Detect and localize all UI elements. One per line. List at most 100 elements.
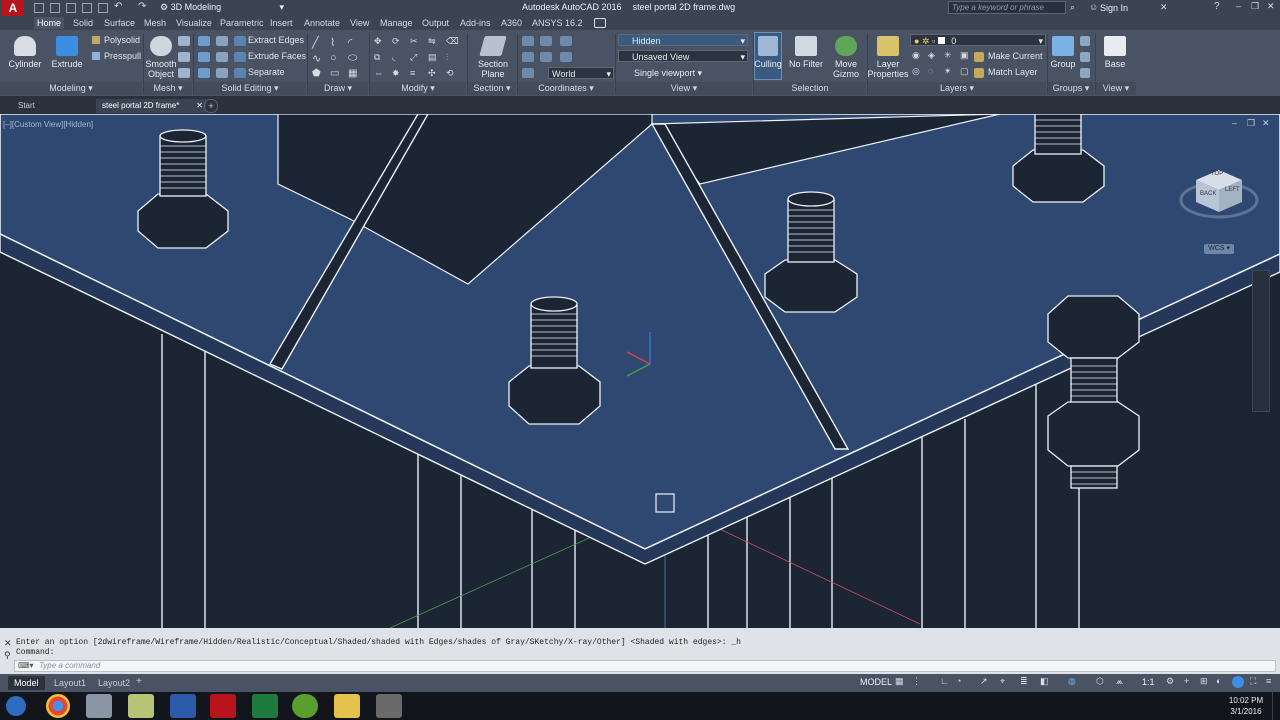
customize-icon[interactable]: ≡ [1266,676,1271,686]
workspace-switch-icon[interactable]: + [1184,676,1189,686]
panel-mesh[interactable]: Mesh ▾ [144,82,192,95]
group-edit-icon[interactable] [1080,52,1090,62]
move-gizmo-button[interactable]: Move Gizmo [826,59,866,79]
isodraft-icon[interactable]: ↗ [980,676,988,687]
tab-layout1[interactable]: Layout1 [48,676,92,690]
polysolid-button[interactable]: Polysolid [104,35,140,45]
section-plane-button[interactable]: Section Plane [472,59,514,79]
ucs-x-icon[interactable] [560,36,572,46]
gear-icon[interactable]: ⚙ [1166,676,1174,687]
help-icon[interactable]: ? [1214,1,1220,12]
save-as-icon[interactable] [82,3,92,13]
start-tab[interactable]: Start [12,99,84,113]
no-filter-button[interactable]: No Filter [786,59,826,69]
mirror-icon[interactable]: ⇋ [428,36,436,47]
panel-selection[interactable]: Selection [754,82,866,95]
saved-view-dropdown[interactable]: Unsaved View ▾ [618,50,748,62]
circle-icon[interactable]: ○ [330,52,337,64]
cylinder-button[interactable]: Cylinder [6,59,44,69]
hatch-icon[interactable]: ▦ [348,68,357,79]
hardware-accel-icon[interactable] [1232,676,1244,688]
slice-icon[interactable] [216,52,228,62]
mesh-tool-icon[interactable] [178,36,190,46]
align-icon[interactable]: ≡ [410,68,415,78]
drawing-tab[interactable]: steel portal 2D frame* ✕ [96,99,206,113]
tab-mesh[interactable]: Mesh [144,17,166,29]
line-icon[interactable]: ╱ [312,36,319,49]
polar-icon[interactable]: ◔ [956,676,961,686]
new-layout-icon[interactable]: + [136,676,142,687]
search-icon[interactable]: ⌕ [1070,2,1075,13]
mesh-tool-icon[interactable] [178,68,190,78]
ucs-dropdown[interactable]: World ▾ [548,67,614,79]
minimize-icon[interactable]: – [1236,1,1241,11]
model-canvas[interactable] [0,114,1280,628]
save-icon[interactable] [66,3,76,13]
close-tab-icon[interactable]: ✕ [196,99,203,113]
command-close-icon[interactable]: ✕ [4,638,12,649]
layer-lock-icon[interactable]: ▣ [960,50,969,61]
grid-icon[interactable]: ▦ [895,676,904,687]
object-snap-icon[interactable]: ⌖ [1000,676,1005,687]
model-space-button[interactable]: MODEL [860,677,892,687]
move-icon[interactable]: ✥ [374,36,382,47]
tab-parametric[interactable]: Parametric [220,17,264,29]
utorrent-icon[interactable] [292,694,318,718]
layer-dropdown[interactable]: ● ✲ ▫ 0 ▾ [910,34,1046,46]
thicken-icon[interactable] [216,68,228,78]
windows-start-icon[interactable] [6,696,26,716]
tab-solid[interactable]: Solid [73,17,93,29]
lineweight-icon[interactable]: ≣ [1020,676,1028,687]
word-icon[interactable] [170,694,196,718]
arc-icon[interactable]: ◜ [348,36,352,49]
viewport-controls-label[interactable]: [–][Custom View][Hidden] [3,120,93,129]
rotate-icon[interactable]: ⟳ [392,36,400,47]
tab-home[interactable]: Home [34,17,65,29]
search-input[interactable]: Type a keyword or phrase [948,1,1066,14]
array-icon[interactable]: ▤ [428,52,437,63]
3d-osnap-icon[interactable]: ⬡ [1096,676,1104,687]
excel-icon[interactable] [252,694,278,718]
tab-insert[interactable]: Insert [270,17,293,29]
layer-unisolate-icon[interactable]: ◎ [912,66,920,77]
annotation-visibility-icon[interactable]: ⩕ [1116,676,1123,687]
autocad-logo-icon[interactable]: A [2,0,24,16]
close-icon[interactable]: ✕ [1267,1,1275,12]
erase-icon[interactable]: ⌫ [446,36,459,47]
tab-annotate[interactable]: Annotate [304,17,340,29]
redo-icon[interactable]: ↷ [138,1,146,12]
file-explorer-icon[interactable] [334,694,360,718]
stretch-icon[interactable]: ⇔ [374,68,383,78]
sign-in-link[interactable]: Sign In [1100,3,1128,13]
selection-cycling-icon[interactable]: ◍ [1068,676,1076,687]
rectangle-icon[interactable]: ▭ [330,68,339,79]
notepad-icon[interactable] [128,694,154,718]
smooth-object-button[interactable]: Smooth Object [142,59,180,79]
ungroup-icon[interactable] [1080,36,1090,46]
group-button[interactable]: Group [1046,59,1080,69]
tab-visualize[interactable]: Visualize [176,17,212,29]
command-input[interactable]: ⌨▾ Type a command [14,660,1276,672]
panel-view[interactable]: View ▾ [616,82,752,95]
region-icon[interactable]: ⬟ [312,68,321,79]
layer-iso-icon[interactable]: ◈ [928,50,935,61]
culling-button[interactable]: Culling [754,32,782,80]
separate-button[interactable]: Separate [248,67,285,77]
layer-unlock-icon[interactable]: ▢ [960,66,969,77]
panel-section[interactable]: Section ▾ [468,82,516,95]
panel-modeling[interactable]: Modeling ▾ [0,82,142,95]
ucs-z-icon[interactable] [560,52,572,62]
layer-properties-button[interactable]: Layer Properties [866,59,910,79]
open-file-icon[interactable] [50,3,60,13]
base-view-button[interactable]: Base [1096,59,1134,69]
panel-solid-editing[interactable]: Solid Editing ▾ [194,82,306,95]
isolate-icon[interactable]: ◐ [1216,676,1221,686]
tab-manage[interactable]: Manage [380,17,413,29]
restore-icon[interactable]: ❐ [1251,1,1259,12]
presspull-button[interactable]: Presspull [104,51,141,61]
taskbar-clock[interactable]: 10:02 PM 3/1/2016 [1226,695,1266,717]
union-icon[interactable] [198,36,210,46]
drawing-viewport[interactable]: BACK LEFT TOP WCS ▾ – ❐ ✕ [0,114,1280,628]
viewport-minimize-icon[interactable]: – [1232,118,1237,128]
visual-style-dropdown[interactable]: Hidden ▾ [618,34,748,46]
